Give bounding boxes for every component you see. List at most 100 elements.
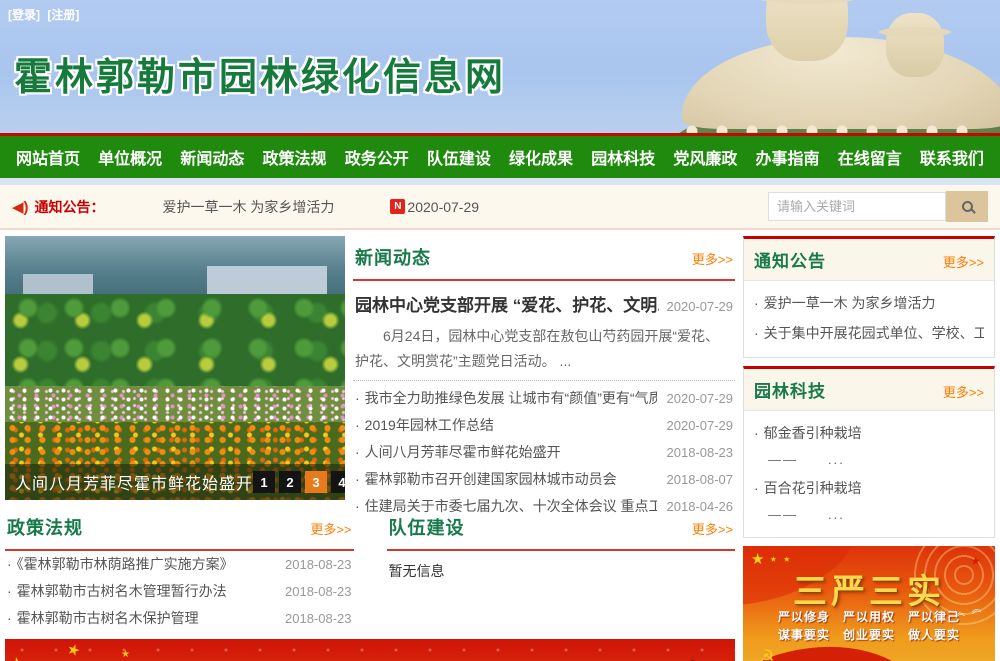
carousel-page-4[interactable]: 4 <box>331 471 345 493</box>
news-list-item[interactable]: 人间八月芳菲尽霍市鲜花始盛开 2018-08-23 <box>353 439 735 466</box>
search-input[interactable] <box>768 192 946 221</box>
main-nav: 网站首页 单位概况 新闻动态 政策法规 政务公开 队伍建设 绿化成果 园林科技 … <box>0 136 1000 178</box>
notice-panel-item[interactable]: 爱护一草一木 为家乡增活力 <box>754 288 984 318</box>
nav-item-contact[interactable]: 联系我们 <box>920 145 984 169</box>
news-item-date: 2020-07-29 <box>667 387 734 410</box>
statue-base-graphic <box>682 37 1000 129</box>
nav-item-gov-affairs[interactable]: 政务公开 <box>345 145 409 169</box>
news-item-title[interactable]: 我市全力助推绿色发展 让城市有“颜值”更有“气质” <box>355 386 657 411</box>
carousel-photo-trees <box>5 294 345 390</box>
notice-panel-header: 通知公告 更多>> <box>744 239 994 281</box>
policy-list-item[interactable]: 霍林郭勒市古树名木保护管理 2018-08-23 <box>5 605 354 632</box>
policy-more-link[interactable]: 更多>> <box>310 519 351 538</box>
news-list-item[interactable]: 2019年园林工作总结 2020-07-29 <box>353 412 735 439</box>
notice-ticker-item[interactable]: 爱护一草一木 为家乡增活力 <box>163 197 335 217</box>
tech-panel-item[interactable]: 郁金香引种栽培 <box>754 418 984 448</box>
team-header: 队伍建设 更多>> <box>387 506 736 551</box>
notice-label: 通知公告： <box>35 197 105 217</box>
news-list-item[interactable]: 霍林郭勒市召开创建国家园林城市动员会 2018-08-07 <box>353 466 735 493</box>
search-icon <box>962 201 973 212</box>
nav-item-home[interactable]: 网站首页 <box>16 145 80 169</box>
notice-panel: 通知公告 更多>> 爱护一草一木 为家乡增活力 关于集中开展花园式单位、学校、工… <box>743 236 995 358</box>
featured-news-date: 2020-07-29 <box>667 299 734 314</box>
news-item-title[interactable]: 人间八月芳菲尽霍市鲜花始盛开 <box>355 440 657 465</box>
carousel-page-1[interactable]: 1 <box>253 471 275 493</box>
site-title: 霍林郭勒市园林绿化信息网 <box>14 46 506 101</box>
right-column: 通知公告 更多>> 爱护一草一木 为家乡增活力 关于集中开展花园式单位、学校、工… <box>743 236 995 661</box>
new-badge-icon: N <box>390 199 405 214</box>
news-item-title[interactable]: 2019年园林工作总结 <box>355 413 657 438</box>
team-more-link[interactable]: 更多>> <box>692 519 733 538</box>
speaker-icon: ◀) <box>12 198 29 216</box>
nav-item-message[interactable]: 在线留言 <box>838 145 902 169</box>
policy-item-title[interactable]: 霍林郭勒市古树名木保护管理 <box>7 606 275 631</box>
tech-panel: 园林科技 更多>> 郁金香引种栽培 —— ... 百合花引种栽培 —— ... <box>743 366 995 538</box>
policy-item-title[interactable]: 《霍林郭勒市林荫路推广实施方案》 <box>7 552 275 577</box>
policy-item-title[interactable]: 霍林郭勒市古树名木管理暂行办法 <box>7 579 275 604</box>
news-more-link[interactable]: 更多>> <box>692 249 733 268</box>
three-stricts-banner[interactable]: ★ ★ ⋆ ⋆ 三严三实 严以修身 严以用权 严以律己 谋事要实 创业要实 做人… <box>743 546 995 661</box>
tech-panel-item-sub: —— ... <box>754 503 984 528</box>
notice-panel-more-link[interactable]: 更多>> <box>943 252 984 271</box>
notice-panel-item[interactable]: 关于集中开展花园式单位、学校、工厂... <box>754 318 984 348</box>
tech-panel-body: 郁金香引种栽培 —— ... 百合花引种栽培 —— ... <box>744 411 994 537</box>
account-links: [登录] [注册] <box>8 6 83 23</box>
login-link[interactable]: [登录] <box>8 8 40 22</box>
tech-panel-header: 园林科技 更多>> <box>744 369 994 411</box>
search-box <box>768 191 988 222</box>
bottom-red-banner[interactable]: ★ ★ ★ ★ ★ <box>5 639 735 661</box>
nav-item-party[interactable]: 党风廉政 <box>673 145 737 169</box>
main-content: 人间八月芳菲尽霍市鲜花始盛开 1 2 3 4 新闻动态 更多>> <box>0 230 1000 661</box>
nav-item-policy[interactable]: 政策法规 <box>263 145 327 169</box>
notice-bar: ◀) 通知公告： 爱护一草一木 为家乡增活力 N 2020-07-29 <box>0 185 1000 230</box>
carousel-caption-bar: 人间八月芳菲尽霍市鲜花始盛开 1 2 3 4 <box>5 464 345 500</box>
star-icon: ★ <box>65 639 83 660</box>
notice-date: 2020-07-29 <box>407 199 479 215</box>
nav-gap-strip <box>0 178 1000 185</box>
policy-list: 《霍林郭勒市林荫路推广实施方案》 2018-08-23 霍林郭勒市古树名木管理暂… <box>5 551 354 632</box>
nav-item-news[interactable]: 新闻动态 <box>180 145 244 169</box>
nav-item-about[interactable]: 单位概况 <box>98 145 162 169</box>
nav-item-achievements[interactable]: 绿化成果 <box>509 145 573 169</box>
nav-item-team[interactable]: 队伍建设 <box>427 145 491 169</box>
carousel-caption[interactable]: 人间八月芳菲尽霍市鲜花始盛开 <box>15 470 253 494</box>
news-item-date: 2020-07-29 <box>667 414 734 437</box>
star-icon: ★ <box>121 649 130 660</box>
search-button[interactable] <box>946 191 988 222</box>
carousel-page-3[interactable]: 3 <box>305 471 327 493</box>
tech-panel-item[interactable]: 百合花引种栽培 <box>754 473 984 503</box>
news-item-title[interactable]: 霍林郭勒市召开创建国家园林城市动员会 <box>355 467 657 492</box>
featured-news-summary: 6月24日，园林中心党支部在敖包山芍药园开展“爱花、护花、文明赏花”主题党日活动… <box>355 324 733 374</box>
banner-line2: 谋事要实 创业要实 做人要实 <box>743 626 995 643</box>
policy-title: 政策法规 <box>7 514 83 540</box>
policy-header: 政策法规 更多>> <box>5 506 354 551</box>
tech-panel-more-link[interactable]: 更多>> <box>943 382 984 401</box>
tech-panel-title: 园林科技 <box>754 377 826 402</box>
carousel-photo-hills <box>5 236 345 298</box>
news-list-item[interactable]: 我市全力助推绿色发展 让城市有“颜值”更有“气质” 2020-07-29 <box>353 385 735 412</box>
notice-panel-title: 通知公告 <box>754 247 826 272</box>
team-empty-text: 暂无信息 <box>387 551 736 591</box>
policy-list-item[interactable]: 《霍林郭勒市林荫路推广实施方案》 2018-08-23 <box>5 551 354 578</box>
bottom-row: 政策法规 更多>> 《霍林郭勒市林荫路推广实施方案》 2018-08-23 霍林… <box>5 506 735 632</box>
nav-item-guide[interactable]: 办事指南 <box>756 145 820 169</box>
statue-small-icon <box>886 13 944 77</box>
news-section: 新闻动态 更多>> 园林中心党支部开展 “爱花、护花、文明... 2020-07… <box>353 236 735 500</box>
featured-news-title[interactable]: 园林中心党支部开展 “爱花、护花、文明... <box>355 291 659 316</box>
policy-item-date: 2018-08-23 <box>285 607 352 630</box>
featured-news: 园林中心党支部开展 “爱花、护花、文明... 2020-07-29 <box>353 281 735 316</box>
carousel-pagination: 1 2 3 4 <box>253 471 345 493</box>
news-item-date: 2018-08-23 <box>667 441 734 464</box>
news-list: 我市全力助推绿色发展 让城市有“颜值”更有“气质” 2020-07-29 201… <box>353 385 735 520</box>
page: [登录] [注册] 霍林郭勒市园林绿化信息网 网站首页 单位概况 新闻动态 政策… <box>0 0 1000 661</box>
party-emblem-icon: ☭ <box>757 645 775 661</box>
photo-carousel[interactable]: 人间八月芳菲尽霍市鲜花始盛开 1 2 3 4 <box>5 236 345 500</box>
nav-item-tech[interactable]: 园林科技 <box>591 145 655 169</box>
left-column: 人间八月芳菲尽霍市鲜花始盛开 1 2 3 4 新闻动态 更多>> <box>5 236 735 661</box>
policy-section: 政策法规 更多>> 《霍林郭勒市林荫路推广实施方案》 2018-08-23 霍林… <box>5 506 354 632</box>
team-title: 队伍建设 <box>389 514 465 540</box>
register-link[interactable]: [注册] <box>47 8 79 22</box>
news-title: 新闻动态 <box>355 244 431 270</box>
policy-list-item[interactable]: 霍林郭勒市古树名木管理暂行办法 2018-08-23 <box>5 578 354 605</box>
carousel-page-2[interactable]: 2 <box>279 471 301 493</box>
